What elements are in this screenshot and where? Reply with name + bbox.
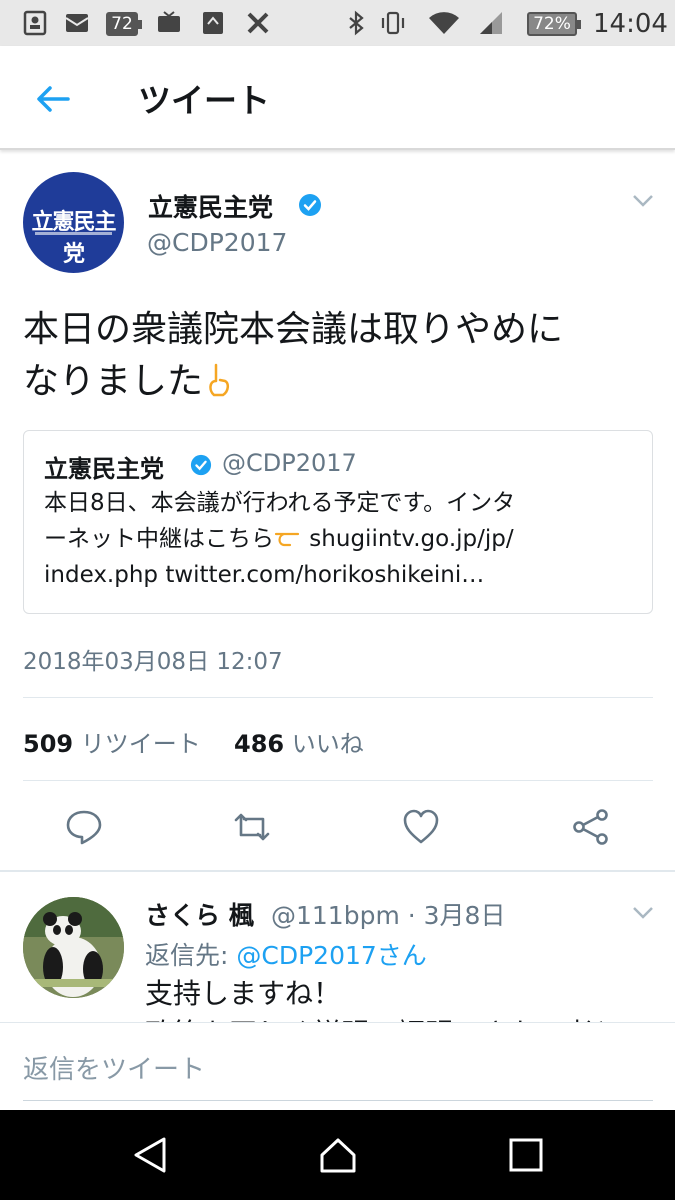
verified-badge-icon [299,194,321,216]
pointing-up-hand-icon [209,363,230,397]
reply-icon[interactable] [64,807,104,847]
back-arrow-icon[interactable] [30,76,76,122]
tweet-text: 本日の衆議院本会議は取りやめに なりました [23,304,653,408]
nav-home-icon[interactable] [318,1135,358,1175]
retweet-icon[interactable] [232,807,272,847]
contacts-icon [23,10,47,36]
panda-photo [23,897,124,998]
like-label[interactable]: いいね [292,730,364,758]
share-icon[interactable] [571,807,611,847]
chevron-down-icon[interactable] [630,191,656,211]
thread-divider [0,870,675,872]
battery-icon: 72% [527,12,581,36]
status-time: 14:04 [593,9,668,39]
nav-recents-icon[interactable] [506,1135,546,1175]
quoted-author-handle: @CDP2017 [222,449,357,477]
avatar-logo-text: 立憲民主党 [31,210,116,267]
signal-icon [480,12,502,34]
author-handle[interactable]: @CDP2017 [147,228,287,257]
tv-icon [158,11,180,32]
reply-to-line: 返信先: @CDP2017さん [145,936,427,972]
mail-icon [65,14,89,32]
nav-back-icon[interactable] [130,1135,170,1175]
chevron-down-icon[interactable] [630,903,656,923]
reply-text-line1: 支持しますね！ [145,977,342,1010]
page-title: ツイート [138,81,270,120]
tweet-text-line2: なりました [23,361,204,402]
tweet-text-line1: 本日の衆議院本会議は取りやめに [23,309,564,350]
tweet-timestamp: 2018年03月08日 12:07 [23,649,283,675]
file-icon [203,12,223,34]
quoted-text-line2: ーネット中継はこちら shugiintv.go.jp/jp/ [44,521,639,557]
like-count[interactable]: 486 [234,730,284,758]
retweet-label[interactable]: リツイート [81,730,201,758]
app-header: ツイート [0,46,675,150]
quoted-text-line2-link[interactable]: shugiintv.go.jp/jp/ [302,526,513,552]
quoted-text-line3[interactable]: index.php twitter.com/horikoshikeini… [44,557,639,593]
vibrate-icon [381,11,405,35]
quoted-tweet[interactable]: 立憲民主党 @CDP2017 本日8日、本会議が行われる予定です。インタ ーネッ… [23,430,653,614]
wifi-icon [429,12,459,35]
notification-badge: 72 [106,12,142,36]
screen: 72 72% 14:04 ツイート 立憲民主党 立憲民主党 @CDP2017 本… [0,0,675,1200]
quoted-text-line2-start: ーネット中継はこちら [44,526,274,552]
tweet-stats: 509 リツイート 486 いいね [23,724,364,759]
avatar-logo-line [35,232,112,235]
quoted-text-line1: 本日8日、本会議が行われる予定です。インタ [44,490,516,516]
tools-icon [247,12,269,34]
bluetooth-icon [349,10,364,36]
retweet-count[interactable]: 509 [23,730,73,758]
status-bar: 72 72% 14:04 [0,0,675,46]
verified-badge-icon [190,454,212,476]
pointing-right-hand-icon [274,532,300,547]
quoted-author-name: 立憲民主党 [44,455,164,483]
reply-to-mention[interactable]: @CDP2017さん [236,941,426,970]
like-heart-icon[interactable] [401,807,441,847]
android-nav-bar [0,1110,675,1200]
reply-to-label: 返信先: [145,941,237,970]
reply-compose-input[interactable]: 返信をツイート [23,1049,205,1086]
avatar[interactable]: 立憲民主党 [23,172,124,273]
author-name[interactable]: 立憲民主党 [148,188,273,224]
reply-meta: @111bpm · 3月8日 [271,901,506,930]
reply-author-name[interactable]: さくら 楓 [145,896,254,932]
compose-bar: 返信をツイート [0,1022,675,1110]
quoted-tweet-text: 本日8日、本会議が行われる予定です。インタ ーネット中継はこちら shugiin… [44,485,639,593]
compose-underline [23,1100,653,1101]
reply-avatar[interactable] [23,897,124,998]
divider [23,780,653,781]
divider [23,697,653,698]
